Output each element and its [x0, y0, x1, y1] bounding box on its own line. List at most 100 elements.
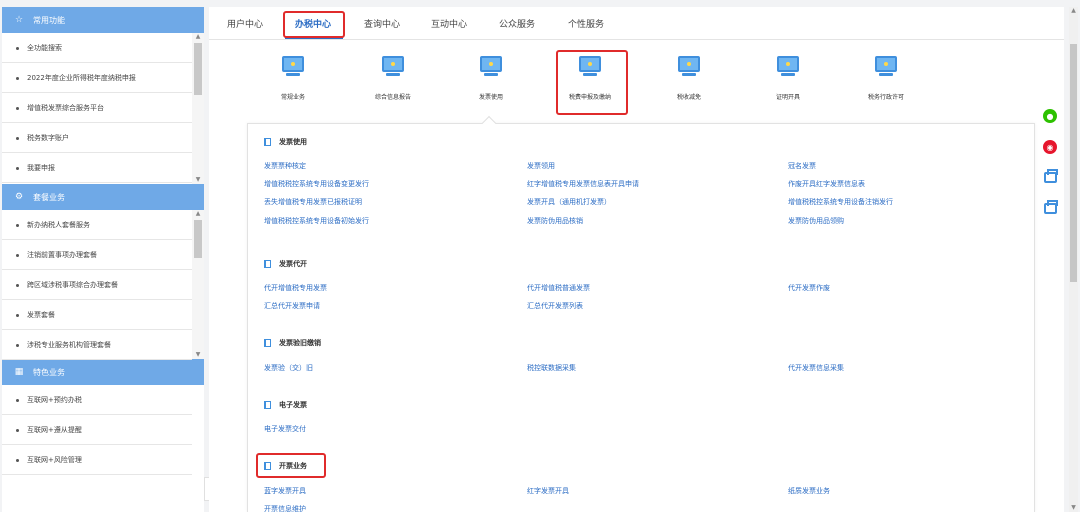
- sidebar-section-title: 特色业务: [33, 367, 65, 377]
- link[interactable]: 发票验（交）旧: [264, 363, 313, 373]
- sidebar-item[interactable]: 发票套餐: [2, 300, 192, 330]
- scroll-down-arrow-icon[interactable]: ▼: [192, 351, 204, 359]
- sidebar-item[interactable]: 跨区域涉税事项综合办理套餐: [2, 270, 192, 300]
- sidebar-item[interactable]: 税务数字账户: [2, 123, 192, 153]
- link[interactable]: 增值税税控系统专用设备初始发行: [264, 216, 369, 226]
- sidebar-section-packages[interactable]: ⚙ 套餐业务: [2, 184, 204, 210]
- service-invoice-use[interactable]: 发票使用: [451, 52, 531, 122]
- link[interactable]: 电子发票交付: [264, 424, 306, 434]
- tab-public-service[interactable]: 公众服务: [499, 17, 535, 30]
- monitor-icon: [678, 56, 700, 72]
- service-label: 税收减免: [676, 94, 701, 101]
- link[interactable]: 代开发票作废: [788, 283, 830, 293]
- wechat-button[interactable]: ●: [1039, 103, 1061, 129]
- sidebar-item[interactable]: 我要申报: [2, 153, 192, 183]
- link[interactable]: 增值税税控系统专用设备变更发行: [264, 179, 369, 189]
- scroll-up-arrow-icon[interactable]: ▲: [192, 33, 204, 41]
- document-icon: [264, 401, 271, 409]
- scroll-down-arrow-icon[interactable]: ▼: [1069, 504, 1078, 512]
- link[interactable]: 代开发票信息采集: [788, 363, 844, 373]
- link[interactable]: 增值税税控系统专用设备注销发行: [788, 197, 893, 207]
- sidebar-scrollbar[interactable]: ▲ ▼: [192, 210, 204, 359]
- group-title: 发票代开: [264, 259, 307, 269]
- link[interactable]: 蓝字发票开具: [264, 486, 306, 496]
- sidebar-item[interactable]: 互联网+风险管理: [2, 445, 192, 475]
- link[interactable]: 冠名发票: [788, 161, 816, 171]
- page-scrollbar[interactable]: ▲ ▼: [1069, 7, 1078, 512]
- service-regular[interactable]: 常规业务: [253, 52, 333, 122]
- service-tax-reduction[interactable]: 税收减免: [649, 52, 729, 122]
- link[interactable]: 发票票种核定: [264, 161, 306, 171]
- tab-personal-service[interactable]: 个性服务: [568, 17, 604, 30]
- monitor-icon: [875, 56, 897, 72]
- scrollbar-thumb[interactable]: [1070, 44, 1077, 282]
- sidebar-section-featured[interactable]: ▦ 特色业务: [2, 359, 204, 385]
- main-content: 用户中心 办税中心 查询中心 互动中心 公众服务 个性服务 常规业务 综合信息报…: [209, 7, 1064, 512]
- tab-interaction-center[interactable]: 互动中心: [431, 17, 467, 30]
- link[interactable]: 代开增值税专用发票: [264, 283, 327, 293]
- weibo-button[interactable]: ◉: [1039, 134, 1061, 160]
- scroll-up-arrow-icon[interactable]: ▲: [1069, 7, 1078, 15]
- scrollbar-thumb[interactable]: [194, 43, 202, 95]
- link[interactable]: 代开增值税普通发票: [527, 283, 590, 293]
- group-title: 发票使用: [264, 137, 307, 147]
- monitor-stand: [484, 73, 498, 76]
- service-label: 税费申报及缴纳: [568, 94, 611, 101]
- service-tax-declaration[interactable]: 税费申报及缴纳: [550, 52, 630, 122]
- service-label: 发票使用: [478, 94, 503, 101]
- service-info-report[interactable]: 综合信息报告: [353, 52, 433, 122]
- service-label: 综合信息报告: [374, 94, 411, 101]
- link[interactable]: 发票防伪用品领购: [788, 216, 844, 226]
- link[interactable]: 开票信息维护: [264, 504, 306, 512]
- link[interactable]: 汇总代开发票列表: [527, 301, 583, 311]
- weibo-icon: ◉: [1043, 140, 1057, 154]
- sidebar-item[interactable]: 互联网+预约办税: [2, 385, 192, 415]
- scrollbar-thumb[interactable]: [194, 220, 202, 258]
- tab-query-center[interactable]: 查询中心: [364, 17, 400, 30]
- sidebar-list-common: 全功能搜索 2022年度企业所得税年度纳税申报 增值税发票综合服务平台 税务数字…: [2, 33, 204, 184]
- monitor-icon: [480, 56, 502, 72]
- invoice-use-panel: 发票使用 发票票种核定 发票领用 冠名发票 增值税税控系统专用设备变更发行 红字…: [247, 123, 1035, 512]
- scroll-up-arrow-icon[interactable]: ▲: [192, 210, 204, 218]
- top-tab-bar: 用户中心 办税中心 查询中心 互动中心 公众服务 个性服务: [209, 7, 1064, 40]
- print-button-2[interactable]: [1039, 195, 1061, 221]
- print-button[interactable]: [1039, 164, 1061, 190]
- sidebar-item[interactable]: 增值税发票综合服务平台: [2, 93, 192, 123]
- link[interactable]: 红字增值税专用发票信息表开具申请: [527, 179, 639, 189]
- link[interactable]: 纸质发票业务: [788, 486, 830, 496]
- sidebar-item[interactable]: 互联网+遵从提醒: [2, 415, 192, 445]
- link[interactable]: 丢失增值税专用发票已报税证明: [264, 197, 362, 207]
- group-title: 开票业务: [264, 461, 307, 471]
- group-title: 电子发票: [264, 400, 307, 410]
- monitor-stand: [286, 73, 300, 76]
- monitor-stand: [781, 73, 795, 76]
- link[interactable]: 发票领用: [527, 161, 555, 171]
- sidebar-item[interactable]: 2022年度企业所得税年度纳税申报: [2, 63, 192, 93]
- link[interactable]: 税控联数据采集: [527, 363, 576, 373]
- service-label: 税务行政许可: [867, 94, 904, 101]
- service-certificate[interactable]: 证明开具: [748, 52, 828, 122]
- link[interactable]: 作废开具红字发票信息表: [788, 179, 865, 189]
- print-icon: [1043, 168, 1058, 183]
- scroll-down-arrow-icon[interactable]: ▼: [192, 176, 204, 184]
- sidebar-item[interactable]: 涉税专业服务机构管理套餐: [2, 330, 192, 360]
- sidebar: ☆ 常用功能 全功能搜索 2022年度企业所得税年度纳税申报 增值税发票综合服务…: [2, 7, 204, 512]
- group-title: 发票验旧缴销: [264, 338, 321, 348]
- active-tab-underline: [285, 37, 343, 39]
- sidebar-section-common[interactable]: ☆ 常用功能: [2, 7, 204, 33]
- monitor-stand: [386, 73, 400, 76]
- sidebar-scrollbar[interactable]: ▲ ▼: [192, 33, 204, 184]
- link[interactable]: 红字发票开具: [527, 486, 569, 496]
- sidebar-item[interactable]: 新办纳税人套餐服务: [2, 210, 192, 240]
- tab-user-center[interactable]: 用户中心: [227, 17, 263, 30]
- service-admin-license[interactable]: 税务行政许可: [846, 52, 926, 122]
- link[interactable]: 发票开具（通用机打发票）: [527, 197, 611, 207]
- link[interactable]: 汇总代开发票申请: [264, 301, 320, 311]
- sidebar-item[interactable]: 注销前置事项办理套餐: [2, 240, 192, 270]
- tab-tax-center[interactable]: 办税中心: [295, 17, 331, 30]
- document-icon: [264, 260, 271, 268]
- sidebar-item[interactable]: 全功能搜索: [2, 33, 192, 63]
- sidebar-section-title: 套餐业务: [33, 192, 65, 202]
- link[interactable]: 发票防伪用品核销: [527, 216, 583, 226]
- wechat-icon: ●: [1043, 109, 1057, 123]
